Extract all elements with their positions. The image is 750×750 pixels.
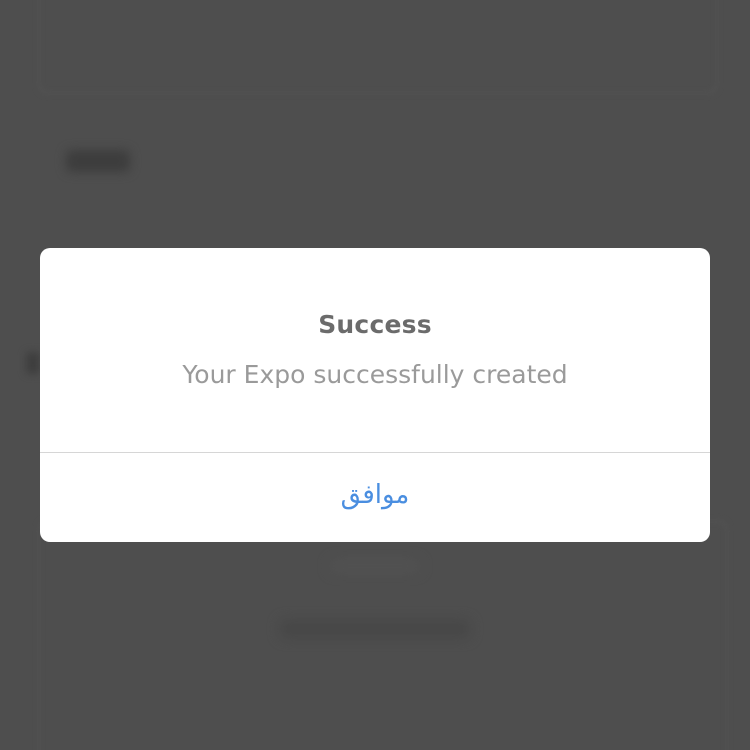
background-blurred-marker (26, 352, 40, 374)
background-blurred-caption (330, 560, 420, 572)
background-blurred-link (280, 620, 470, 638)
background-card-top (38, 0, 718, 94)
alert-dialog: Success Your Expo successfully created م… (40, 248, 710, 542)
ok-button[interactable]: موافق (40, 453, 710, 542)
alert-content: Success Your Expo successfully created (40, 248, 710, 452)
screen: Success Your Expo successfully created م… (0, 0, 750, 750)
alert-message: Your Expo successfully created (182, 360, 568, 389)
alert-title: Success (318, 310, 432, 339)
background-blurred-label (66, 150, 130, 172)
